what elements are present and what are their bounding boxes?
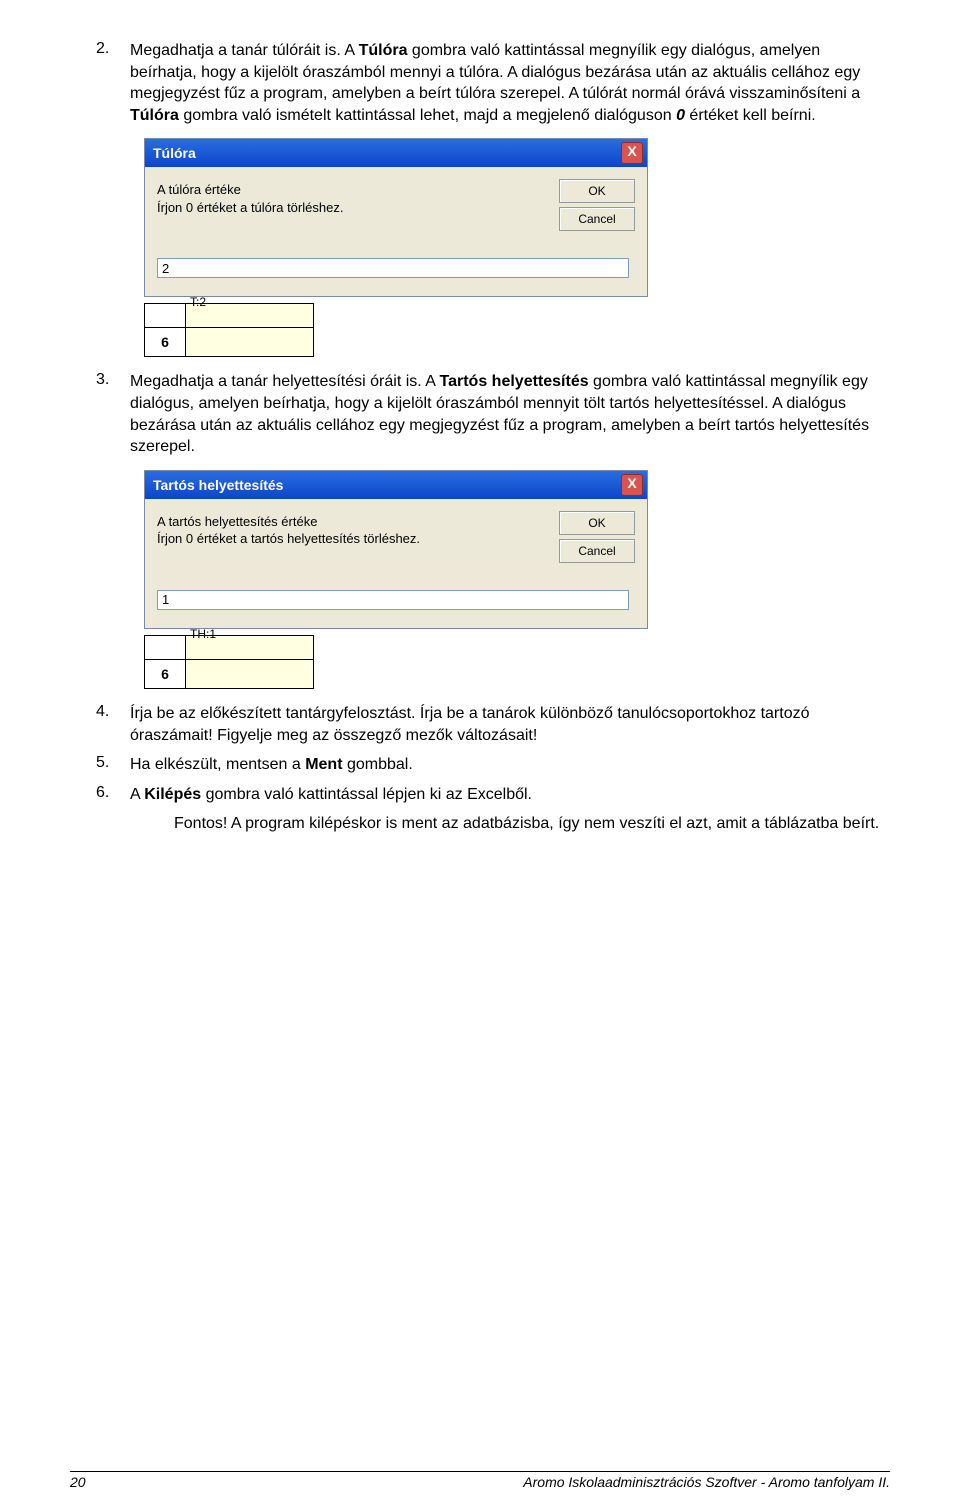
cancel-button[interactable]: Cancel	[559, 539, 635, 563]
important-note: Fontos! A program kilépéskor is ment az …	[174, 813, 890, 835]
text-bold: Túlóra	[359, 42, 408, 59]
text: gombra való ismételt kattintással lehet,…	[179, 107, 676, 124]
item-body: Ha elkészült, mentsen a Ment gombbal.	[130, 754, 890, 776]
cell-example: T:2 6	[144, 303, 314, 357]
dialog-line: A túlóra értéke	[157, 181, 437, 199]
close-icon[interactable]: X	[621, 142, 643, 164]
cell-blank	[145, 304, 186, 328]
dialog-titlebar: Túlóra X	[145, 139, 647, 167]
text: értéket kell beírni.	[685, 107, 816, 124]
item-number: 6.	[96, 784, 130, 806]
item-body: A Kilépés gombra való kattintással lépje…	[130, 784, 890, 806]
text: Megadhatja a tanár túlóráit is. A	[130, 42, 359, 59]
dialog-tartos-figure: Tartós helyettesítés X A tartós helyette…	[144, 470, 890, 689]
item-number: 3.	[96, 371, 130, 457]
footer-title: Aromo Iskolaadminisztrációs Szoftver - A…	[523, 1474, 890, 1490]
dialog-line: A tartós helyettesítés értéke	[157, 513, 437, 531]
value-input[interactable]	[157, 590, 629, 610]
item-number: 5.	[96, 754, 130, 776]
text-italic: 0	[676, 107, 685, 124]
cancel-button[interactable]: Cancel	[559, 207, 635, 231]
note-text: A program kilépéskor is ment az adatbázi…	[227, 815, 879, 832]
item-body: Írja be az előkészített tantárgyfelosztá…	[130, 703, 890, 746]
dialog-tulora-figure: Túlóra X A túlóra értéke Írjon 0 értéket…	[144, 138, 890, 357]
item-number: 2.	[96, 40, 130, 126]
item-body: Megadhatja a tanár túlóráit is. A Túlóra…	[130, 40, 890, 126]
list-item-3: 3. Megadhatja a tanár helyettesítési órá…	[96, 371, 890, 457]
cell-example: TH:1 6	[144, 635, 314, 689]
item-body: Megadhatja a tanár helyettesítési óráit …	[130, 371, 890, 457]
dialog-title: Tartós helyettesítés	[153, 477, 621, 493]
text-bold: Ment	[305, 756, 342, 773]
text: Megadhatja a tanár helyettesítési óráit …	[130, 373, 440, 390]
item-number: 4.	[96, 703, 130, 746]
dialog-titlebar: Tartós helyettesítés X	[145, 471, 647, 499]
dialog-text: A túlóra értéke Írjon 0 értéket a túlóra…	[157, 181, 437, 216]
text: A	[130, 786, 144, 803]
dialog-line: Írjon 0 értéket a tartós helyettesítés t…	[157, 530, 437, 548]
list-item-6: 6. A Kilépés gombra való kattintással lé…	[96, 784, 890, 806]
dialog-line: Írjon 0 értéket a túlóra törléshez.	[157, 199, 437, 217]
close-icon[interactable]: X	[621, 474, 643, 496]
text: Ha elkészült, mentsen a	[130, 756, 305, 773]
cell-tag: TH:1	[188, 627, 218, 641]
cell-blank	[145, 636, 186, 660]
page-footer: 20 Aromo Iskolaadminisztrációs Szoftver …	[70, 1471, 890, 1490]
dialog-title: Túlóra	[153, 145, 621, 161]
list-item-4: 4. Írja be az előkészített tantárgyfelos…	[96, 703, 890, 746]
dialog-tartos: Tartós helyettesítés X A tartós helyette…	[144, 470, 648, 629]
text: gombbal.	[343, 756, 413, 773]
cell-number: 6	[145, 328, 186, 356]
note-bold: Fontos!	[174, 815, 227, 832]
value-input[interactable]	[157, 258, 629, 278]
dialog-text: A tartós helyettesítés értéke Írjon 0 ér…	[157, 513, 437, 548]
footer-page: 20	[70, 1474, 86, 1490]
cell-number: 6	[145, 660, 186, 688]
text-bold: Tartós helyettesítés	[440, 373, 589, 390]
dialog-tulora: Túlóra X A túlóra értéke Írjon 0 értéket…	[144, 138, 648, 297]
list-item-2: 2. Megadhatja a tanár túlóráit is. A Túl…	[96, 40, 890, 126]
text: gombra való kattintással lépjen ki az Ex…	[201, 786, 532, 803]
text-bold: Kilépés	[144, 786, 201, 803]
cell-tag: T:2	[188, 295, 208, 309]
ok-button[interactable]: OK	[559, 511, 635, 535]
ok-button[interactable]: OK	[559, 179, 635, 203]
list-item-5: 5. Ha elkészült, mentsen a Ment gombbal.	[96, 754, 890, 776]
text-bold: Túlóra	[130, 107, 179, 124]
